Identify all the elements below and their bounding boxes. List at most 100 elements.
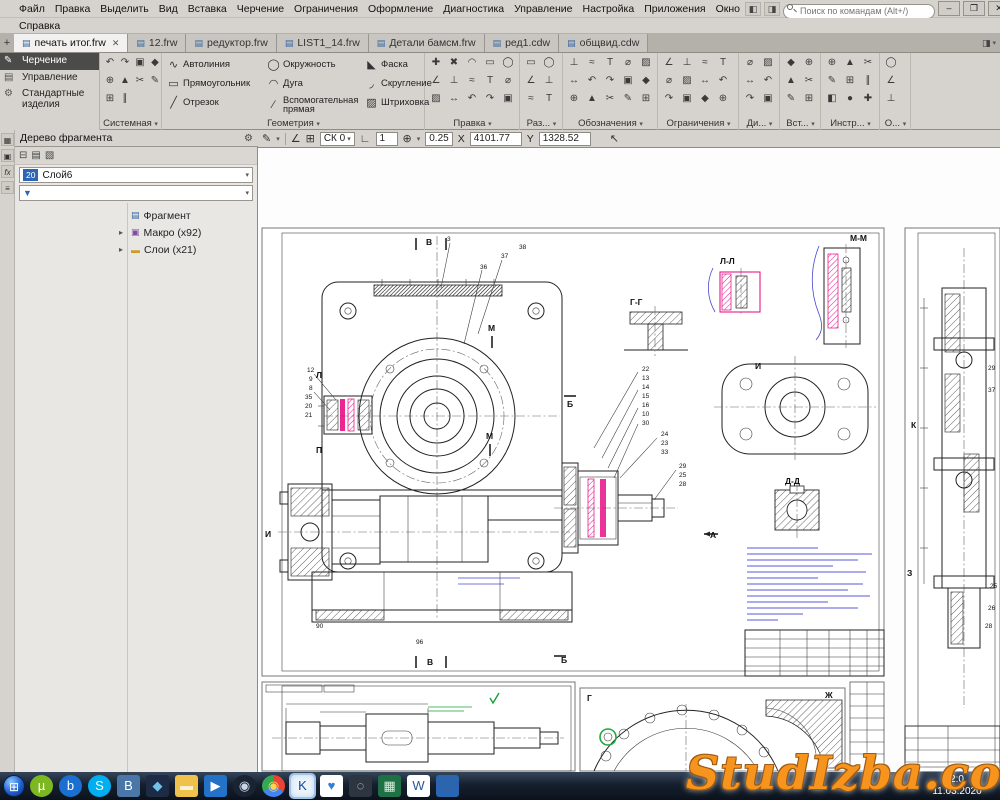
tool-icon[interactable]: ⊥ (446, 73, 462, 89)
new-tab-button[interactable]: + (0, 34, 14, 52)
y-coordinate-field[interactable]: 1328.52 (539, 132, 591, 146)
start-button[interactable]: ⊞ (3, 775, 25, 797)
nav-item-standard-parts[interactable]: ⚙ Стандартные изделия (0, 86, 99, 113)
fx-icon[interactable]: fx (1, 165, 14, 178)
tool-icon[interactable]: ↶ (584, 73, 600, 89)
tab-document[interactable]: ▤ LIST1_14.frw (277, 34, 369, 52)
tool-icon[interactable]: ↔ (446, 91, 462, 107)
tool-icon[interactable]: ∠ (883, 73, 899, 89)
tool-icon[interactable]: ↶ (464, 91, 480, 107)
tool-icon[interactable]: ✚ (428, 55, 444, 71)
tool-icon[interactable]: ↶ (715, 73, 731, 89)
tool-arc[interactable]: ◠Дуга (267, 74, 359, 93)
x-coordinate-field[interactable]: 4101.77 (470, 132, 522, 146)
taskbar-clock[interactable]: 2:0 11.03.2020 (918, 774, 996, 798)
zoom-icon[interactable]: ⊕ (403, 132, 412, 145)
gear-icon[interactable]: ⚙ (244, 133, 253, 144)
ortho-mode-icon[interactable]: ∟ (360, 133, 371, 145)
tool-icon[interactable]: ↔ (566, 73, 582, 89)
expand-arrow-icon[interactable]: ▸ (119, 245, 127, 254)
group-label[interactable]: Геометрия ▾ (163, 118, 424, 129)
menu-help[interactable]: Справка (14, 18, 65, 34)
tool-icon[interactable]: ∠ (661, 55, 677, 71)
tool-icon[interactable]: ▲ (117, 73, 133, 89)
tool-icon[interactable]: ▨ (679, 73, 695, 89)
drawing-area[interactable]: ВМ-МЛ-ЛГ-ГИД-ДАБММЛПИВБКЗЖГ1298352021221… (258, 148, 1000, 772)
group-label[interactable]: Ди... ▾ (740, 118, 779, 129)
tool-icon[interactable]: ✂ (132, 73, 148, 89)
tool-icon[interactable]: ▲ (584, 91, 600, 107)
tool-icon[interactable]: ⊥ (541, 73, 557, 89)
group-label[interactable]: Ограничения ▾ (659, 118, 738, 129)
group-label[interactable]: Инстр... ▾ (822, 118, 879, 129)
group-label[interactable]: Раз... ▾ (521, 118, 562, 129)
tool-icon[interactable]: ▭ (482, 55, 498, 71)
layout-left-icon[interactable]: ◧ (745, 2, 761, 16)
tab-document[interactable]: ▤ печать итог.frw ✕ (14, 34, 128, 52)
tab-list-icon[interactable]: ▾ (992, 39, 996, 47)
menu-edit[interactable]: Правка (50, 1, 95, 17)
expand-arrow-icon[interactable]: ▸ (119, 228, 127, 237)
tool-icon[interactable]: ◆ (783, 55, 799, 71)
tree-item-fragment[interactable]: ▤ Фрагмент (15, 207, 257, 224)
tool-icon[interactable]: ● (842, 91, 858, 107)
menu-settings[interactable]: Настройка (577, 1, 639, 17)
tool-autoline[interactable]: ∿Автолиния (167, 55, 250, 74)
tool-icon[interactable]: ⌀ (500, 73, 516, 89)
tool-icon[interactable]: ◯ (500, 55, 516, 71)
tool-hatch[interactable]: ▨Штриховка (365, 93, 432, 112)
cursor-mode-icon[interactable]: ↖ (610, 132, 619, 145)
menu-applications[interactable]: Приложения (639, 1, 710, 17)
tool-icon[interactable]: ↷ (661, 91, 677, 107)
tool-icon[interactable]: ≈ (523, 91, 539, 107)
torrent-app-icon[interactable]: b (59, 775, 82, 797)
menu-view[interactable]: Вид (154, 1, 183, 17)
search-input[interactable] (783, 4, 935, 19)
filter-box[interactable]: ▼ ▾ (19, 185, 253, 201)
explorer-folder-icon[interactable]: ▬ (175, 775, 198, 797)
group-label[interactable]: Обозначения ▾ (564, 118, 657, 129)
tool-icon[interactable]: ⊞ (801, 91, 817, 107)
tool-construction-line[interactable]: ∕Вспомогательная прямая (267, 93, 359, 117)
menu-diagnostics[interactable]: Диагностика (438, 1, 509, 17)
tab-document[interactable]: ▤ Детали бамсм.frw (369, 34, 485, 52)
tool-icon[interactable]: ✎ (824, 73, 840, 89)
tool-icon[interactable]: Т (602, 55, 618, 71)
angle-snap-icon[interactable]: ∠ (291, 132, 301, 145)
tool-icon[interactable]: ↔ (742, 73, 758, 89)
tool-icon[interactable]: ▲ (783, 73, 799, 89)
menu-icon[interactable]: ≡ (1, 181, 14, 194)
tool-icon[interactable]: ⌀ (661, 73, 677, 89)
nav-item-drawing[interactable]: ✎ Черчение (0, 53, 99, 70)
vk-icon[interactable]: B (117, 775, 140, 797)
tool-icon[interactable]: ⌀ (620, 55, 636, 71)
tree-item-macro[interactable]: ▸ ▣ Макро (x92) (15, 224, 257, 241)
group-label[interactable]: Правка ▾ (426, 118, 519, 129)
minimize-button[interactable]: – (938, 1, 960, 16)
tool-icon[interactable]: ↶ (102, 55, 118, 71)
tool-icon[interactable]: ✎ (147, 73, 163, 89)
tool-icon[interactable]: ✂ (860, 55, 876, 71)
coordinate-system-select[interactable]: СК 0▾ (320, 132, 355, 146)
tool-icon[interactable]: ▨ (638, 55, 654, 71)
tool-icon[interactable]: ▣ (620, 73, 636, 89)
step-field[interactable]: 0.25 (425, 132, 452, 146)
tool-icon[interactable]: ⊞ (842, 73, 858, 89)
tool-icon[interactable]: ↷ (602, 73, 618, 89)
health-heart-icon[interactable]: ♥ (320, 775, 343, 797)
tool-icon[interactable]: ▭ (523, 55, 539, 71)
tab-document[interactable]: ▤ общвид.cdw (559, 34, 648, 52)
tool-icon[interactable]: ⊥ (883, 91, 899, 107)
tool-icon[interactable]: ⊕ (715, 91, 731, 107)
tree-item-layers[interactable]: ▸ ▬ Слои (x21) (15, 241, 257, 258)
tool-icon[interactable]: Т (482, 73, 498, 89)
tool-icon[interactable]: ✂ (602, 91, 618, 107)
tool-fillet[interactable]: ◞Скругление (365, 74, 432, 93)
tool-icon[interactable]: Т (715, 55, 731, 71)
tool-icon[interactable]: ⊕ (801, 55, 817, 71)
tool-icon[interactable]: ∠ (523, 73, 539, 89)
menu-drawing[interactable]: Черчение (232, 1, 289, 17)
group-label[interactable]: О... ▾ (881, 118, 910, 129)
tool-icon[interactable]: ≈ (697, 55, 713, 71)
tool-icon[interactable]: ◆ (697, 91, 713, 107)
